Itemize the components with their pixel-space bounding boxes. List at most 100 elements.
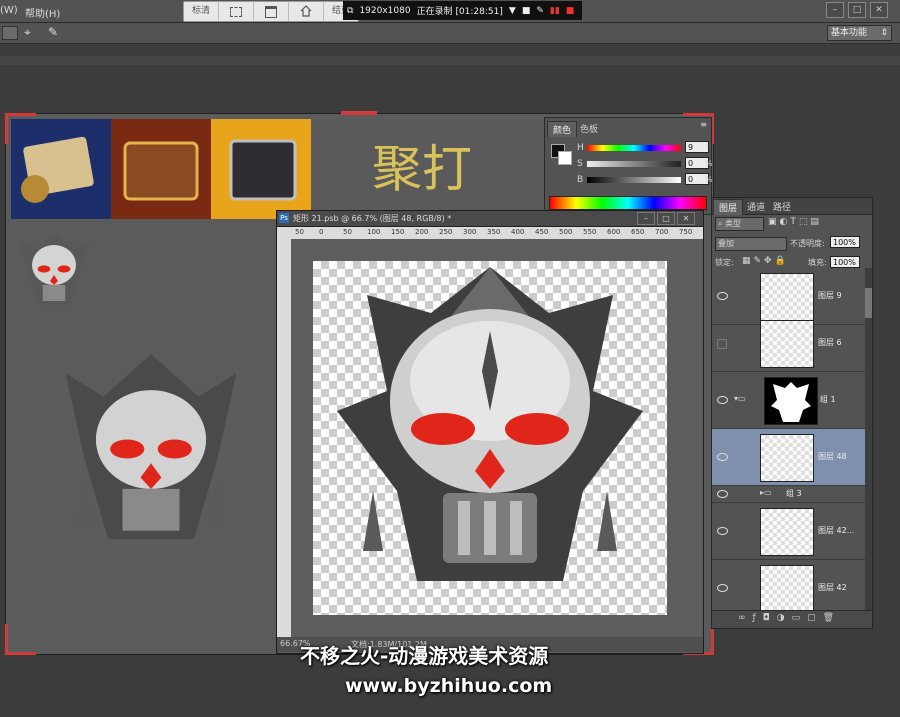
layer-row[interactable]: 图层 6 <box>712 315 865 372</box>
folder-expanded-icon[interactable]: ▾▭ <box>734 394 746 403</box>
layer-thumbnail <box>760 273 814 321</box>
camera-icon[interactable]: ■ <box>522 6 531 16</box>
ruler-tick-label: 50 <box>343 228 352 236</box>
layer-filter-select[interactable]: ⌕ 类型 <box>715 217 764 231</box>
record-frame-corner <box>5 113 36 144</box>
eye-icon[interactable] <box>717 584 728 592</box>
layer-thumbnail <box>760 508 814 556</box>
skull-icon-small <box>18 233 90 305</box>
panel-menu-icon[interactable]: ≡ <box>700 120 707 129</box>
layer-actions-icons[interactable]: ∞ƒ◘◑▭▢🗑 <box>738 613 841 623</box>
hue-slider[interactable] <box>587 145 681 151</box>
eye-icon[interactable] <box>717 453 728 461</box>
document-title-bar[interactable]: Ps 矩形 21.psb @ 66.7% (图层 48, RGB/8) * – … <box>277 211 703 227</box>
screen-icon: ⧉ <box>347 5 354 16</box>
filter-search-icon: ⌕ <box>718 219 723 228</box>
tab-channels[interactable]: 通道 <box>742 199 770 214</box>
scrollbar-thumb[interactable] <box>865 288 872 318</box>
saturation-slider[interactable] <box>587 161 681 167</box>
recorder-toolbar: 标清 结束 <box>183 1 359 22</box>
quality-button[interactable]: 标清 <box>184 2 219 21</box>
visibility-toggle[interactable] <box>717 339 727 349</box>
layers-tab-bar: 图层 通道 路径 <box>712 198 872 215</box>
doc-maximize-button[interactable]: □ <box>657 212 675 225</box>
lock-icons[interactable]: ▦✎✥🔒 <box>742 256 789 266</box>
eye-icon[interactable] <box>717 490 728 498</box>
window-icon[interactable] <box>254 2 289 21</box>
document-title: 矩形 21.psb @ 66.7% (图层 48, RGB/8) * <box>293 214 452 223</box>
layer-row-selected[interactable]: 图层 48 <box>712 429 865 486</box>
tab-swatches[interactable]: 色板 <box>575 121 603 136</box>
tab-color[interactable]: 颜色 <box>547 121 578 137</box>
icon-thumbnails <box>11 119 311 219</box>
brush-tool-icon[interactable]: ⌖ <box>24 25 31 40</box>
layer-thumbnail <box>760 565 814 613</box>
panel-dock-strip <box>0 56 900 67</box>
opacity-label: 不透明度: <box>790 239 825 248</box>
ruler-tick-label: 0 <box>319 228 324 236</box>
layers-scrollbar[interactable] <box>865 268 872 618</box>
record-frame-corner <box>5 624 36 655</box>
layer-name: 图层 9 <box>818 291 842 300</box>
doc-minimize-button[interactable]: – <box>637 212 655 225</box>
layer-thumbnail <box>760 320 814 368</box>
ruler-tick-label: 750 <box>679 228 693 236</box>
eye-icon[interactable] <box>717 396 728 404</box>
minimize-button[interactable]: – <box>826 2 844 18</box>
region-select-icon[interactable] <box>219 2 254 21</box>
layer-row[interactable]: 图层 42... <box>712 503 865 560</box>
ruler-tick-label: 400 <box>511 228 525 236</box>
layer-row[interactable]: 图层 42 <box>712 560 865 617</box>
ruler-tick-label: 250 <box>439 228 453 236</box>
layer-filter-icons[interactable]: ▣◐T⬚▤ <box>768 217 822 227</box>
tool-preset-icon[interactable] <box>2 26 18 40</box>
brightness-slider[interactable] <box>587 177 681 183</box>
lock-label: 锁定: <box>715 258 734 267</box>
ruler-tick-label: 200 <box>415 228 429 236</box>
document-canvas[interactable] <box>313 261 667 615</box>
doc-close-button[interactable]: ✕ <box>677 212 695 225</box>
brightness-unit: % <box>705 175 713 184</box>
ruler-tick-label: 350 <box>487 228 501 236</box>
blend-mode-select[interactable]: 叠加 <box>715 237 787 251</box>
close-button[interactable]: ✕ <box>870 2 888 18</box>
background-color-swatch[interactable] <box>558 151 572 165</box>
pen-pressure-icon[interactable]: ✎ <box>48 25 58 39</box>
tab-paths[interactable]: 路径 <box>768 199 796 214</box>
group-mask-thumbnail <box>764 377 818 425</box>
eye-icon[interactable] <box>717 292 728 300</box>
fill-input[interactable] <box>830 256 860 268</box>
maximize-button[interactable]: □ <box>848 2 866 18</box>
calligraphy-area: 聚打 <box>312 119 550 219</box>
home-icon[interactable] <box>289 2 324 21</box>
color-ramp[interactable] <box>549 196 707 210</box>
color-panel: 颜色 色板 ≡ H ° S % B % <box>544 117 713 215</box>
pause-icon[interactable]: ▮▮ <box>550 6 560 16</box>
opacity-input[interactable] <box>830 236 860 248</box>
vertical-ruler <box>277 227 291 637</box>
dropdown-icon[interactable]: ▼ <box>509 6 516 16</box>
ruler-tick-label: 100 <box>367 228 381 236</box>
horizontal-ruler: 50 0 50 100 150 200 250 300 350 400 450 500 550 600 65… <box>291 227 703 239</box>
layers-footer: ∞ƒ◘◑▭▢🗑 <box>712 610 872 628</box>
folder-collapsed-icon[interactable]: ▸▭ <box>760 488 772 497</box>
ruler-tick-label: 450 <box>535 228 549 236</box>
saturation-unit: % <box>705 159 713 168</box>
pen-icon[interactable]: ✎ <box>536 6 544 16</box>
menu-help[interactable]: 帮助(H) <box>25 5 60 20</box>
record-frame-handle[interactable] <box>341 111 377 115</box>
layer-thumbnail <box>760 434 814 482</box>
layer-group-row[interactable]: ▾▭ 组 1 <box>712 372 865 429</box>
stop-icon[interactable]: ■ <box>566 6 575 16</box>
tab-layers[interactable]: 图层 <box>713 199 744 215</box>
ruler-tick-label: 150 <box>391 228 405 236</box>
layer-name: 组 3 <box>786 489 802 498</box>
eye-icon[interactable] <box>717 527 728 535</box>
workspace-select[interactable]: 基本功能 ⇕ <box>827 25 892 41</box>
fill-label: 填充: <box>808 258 827 267</box>
ruler-tick-label: 550 <box>583 228 597 236</box>
layer-group-row[interactable]: ▸▭ 组 3 <box>712 486 865 503</box>
filter-label: 类型 <box>725 219 742 228</box>
menu-window[interactable]: (W) <box>0 5 18 16</box>
ruler-tick-label: 50 <box>295 228 304 236</box>
